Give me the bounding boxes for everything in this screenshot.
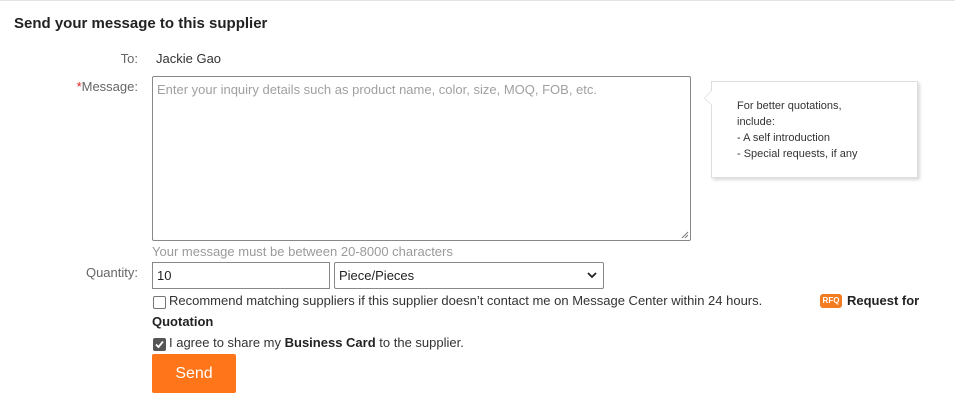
quantity-label: Quantity: (85, 265, 138, 280)
resize-handle-icon[interactable] (681, 231, 689, 239)
message-length-hint: Your message must be between 20-8000 cha… (152, 244, 453, 259)
tip-line: - Special requests, if any (737, 148, 858, 160)
unit-select[interactable]: Piece/Pieces (334, 262, 604, 289)
agree-prefix: I agree to share my (169, 335, 285, 350)
chevron-down-icon (587, 272, 597, 279)
unit-select-value: Piece/Pieces (339, 268, 415, 283)
quantity-input[interactable]: 10 (152, 262, 330, 289)
rfq-link[interactable]: Request for (847, 293, 919, 308)
recipient-name: Jackie Gao (156, 51, 222, 66)
tip-text: For better quotations, include: - A self… (737, 98, 877, 162)
tip-line: - A self introduction (737, 132, 830, 144)
tip-line: For better quotations, include: (737, 100, 842, 128)
recommend-checkbox[interactable] (153, 296, 166, 309)
to-label: To: (120, 51, 138, 66)
page-title: Send your message to this supplier (14, 15, 268, 32)
agree-suffix: to the supplier. (375, 335, 464, 350)
agree-checkbox[interactable] (153, 338, 166, 351)
rfq-link-continued[interactable]: Quotation (152, 314, 213, 329)
business-card-text: Business Card (284, 335, 376, 350)
top-divider (0, 0, 955, 1)
quotation-tip-box: For better quotations, include: - A self… (704, 81, 918, 178)
message-label: *Message: (58, 79, 138, 94)
send-button[interactable]: Send (152, 354, 236, 393)
message-label-text: Message: (81, 79, 138, 94)
rfq-icon: RFQ (820, 294, 842, 308)
checkmark-icon (155, 340, 164, 349)
message-textarea[interactable]: Enter your inquiry details such as produ… (152, 76, 691, 241)
message-placeholder: Enter your inquiry details such as produ… (157, 82, 598, 97)
agree-label: I agree to share my Business Card to the… (169, 335, 464, 350)
recommend-label: Recommend matching suppliers if this sup… (169, 293, 763, 308)
